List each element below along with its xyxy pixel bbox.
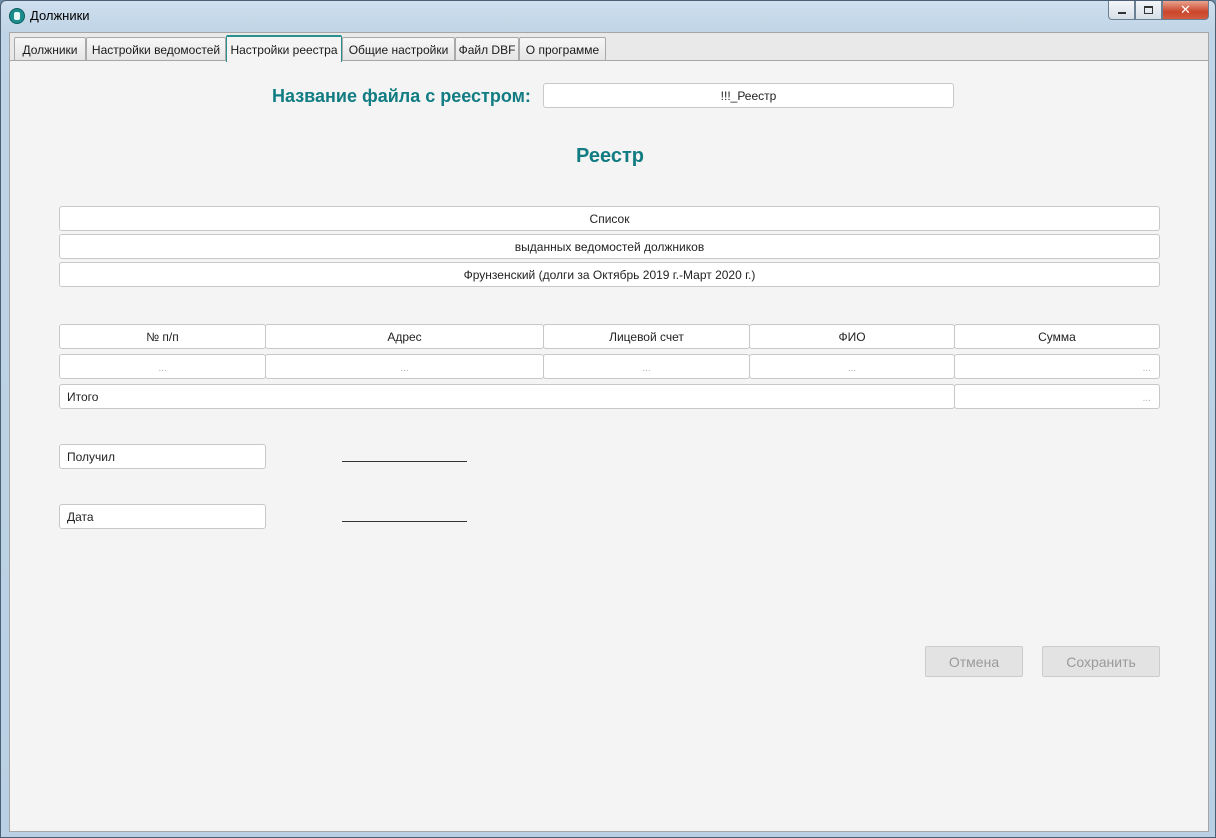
tab-statement-settings[interactable]: Настройки ведомостей — [86, 37, 226, 61]
received-label-input[interactable]: Получил — [59, 444, 266, 469]
received-signature-line — [342, 461, 467, 462]
column-account-input[interactable]: Лицевой счет — [543, 324, 750, 349]
row-account-cell: ... — [543, 354, 750, 379]
tab-debtors[interactable]: Должники — [14, 37, 86, 61]
registry-title: Реестр — [576, 145, 644, 167]
header-line-3-input[interactable]: Фрунзенский (долги за Октябрь 2019 г.-Ма… — [59, 262, 1160, 287]
maximize-icon — [1144, 6, 1153, 14]
minimize-icon — [1117, 12, 1126, 14]
minimize-button[interactable] — [1108, 1, 1135, 20]
total-label-input[interactable]: Итого — [59, 384, 955, 409]
row-number-cell: ... — [59, 354, 266, 379]
header-line-2-input[interactable]: выданных ведомостей должников — [59, 234, 1160, 259]
close-icon: ✕ — [1180, 2, 1191, 17]
app-window: Должники ✕ Должники Настройки ведомостей… — [0, 0, 1216, 838]
tab-about[interactable]: О программе — [519, 37, 606, 61]
column-sum-input[interactable]: Сумма — [954, 324, 1160, 349]
header-line-1-input[interactable]: Список — [59, 206, 1160, 231]
app-logo-icon — [9, 8, 25, 24]
column-number-input[interactable]: № п/п — [59, 324, 266, 349]
close-button[interactable]: ✕ — [1162, 1, 1209, 20]
save-button[interactable]: Сохранить — [1042, 646, 1160, 677]
filename-label: Название файла с реестром: — [272, 86, 531, 106]
column-address-input[interactable]: Адрес — [265, 324, 544, 349]
row-name-cell: ... — [749, 354, 955, 379]
total-sum-cell: ... — [954, 384, 1160, 409]
cancel-button[interactable]: Отмена — [925, 646, 1023, 677]
row-address-cell: ... — [265, 354, 544, 379]
row-sum-cell: ... — [954, 354, 1160, 379]
column-name-input[interactable]: ФИО — [749, 324, 955, 349]
maximize-button[interactable] — [1135, 1, 1162, 20]
tab-registry-settings[interactable]: Настройки реестра — [226, 35, 342, 62]
date-label-input[interactable]: Дата — [59, 504, 266, 529]
window-controls: ✕ — [1108, 1, 1209, 21]
title-bar: Должники ✕ — [1, 1, 1215, 31]
filename-input[interactable]: !!!_Реестр — [543, 83, 954, 108]
tab-strip: Должники Настройки ведомостей Настройки … — [9, 32, 1209, 62]
window-title: Должники — [30, 8, 90, 23]
date-signature-line — [342, 521, 467, 522]
tab-dbf-file[interactable]: Файл DBF — [455, 37, 519, 61]
tab-general-settings[interactable]: Общие настройки — [342, 37, 455, 61]
registry-settings-panel: Название файла с реестром: !!!_Реестр Ре… — [9, 60, 1209, 832]
